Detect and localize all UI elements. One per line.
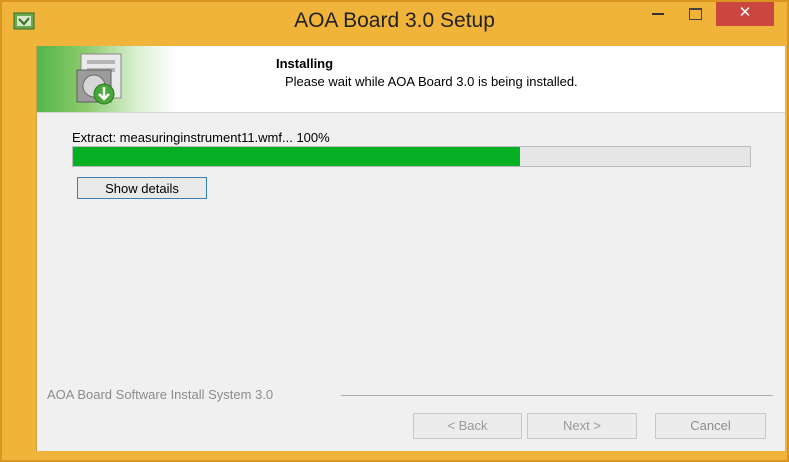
header-subtitle: Please wait while AOA Board 3.0 is being… [285,74,578,89]
minimize-button[interactable] [642,2,676,26]
footer-branding: AOA Board Software Install System 3.0 [47,386,773,404]
progress-status-text: Extract: measuringinstrument11.wmf... 10… [72,130,330,145]
show-details-button[interactable]: Show details [77,177,207,199]
title-bar[interactable]: AOA Board 3.0 Setup ✕ [2,2,787,42]
close-button[interactable]: ✕ [716,2,774,26]
footer-divider [341,395,773,396]
next-button[interactable]: Next > [527,413,637,439]
install-download-icon [76,53,122,105]
header-title: Installing [276,56,334,71]
close-icon: ✕ [738,3,752,21]
header-panel: Installing Please wait while AOA Board 3… [37,46,785,113]
installer-brand-text: AOA Board Software Install System 3.0 [47,387,274,402]
maximize-button[interactable] [678,2,712,26]
progress-bar-fill [73,147,520,166]
setup-window: AOA Board 3.0 Setup ✕ Installing Please … [0,0,789,462]
header-banner [37,46,177,112]
cancel-button[interactable]: Cancel [655,413,766,439]
client-area: Installing Please wait while AOA Board 3… [36,46,785,451]
progress-bar [72,146,751,167]
maximize-icon [689,8,702,20]
minimize-icon [652,13,664,15]
back-button[interactable]: < Back [413,413,522,439]
